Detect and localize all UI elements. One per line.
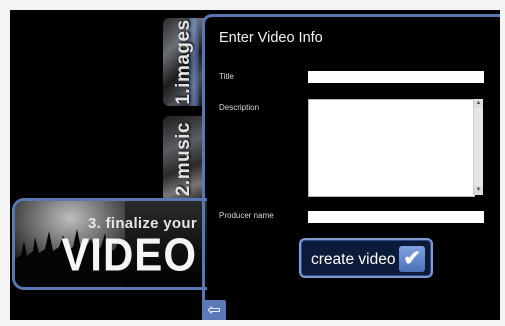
scroll-down-icon[interactable]: ▼	[474, 186, 483, 195]
producer-label: Producer name	[219, 211, 274, 220]
step-music-tab[interactable]: 2.music	[163, 116, 205, 202]
title-label: Title	[219, 72, 234, 81]
description-scrollbar[interactable]: ▲ ▼	[473, 99, 483, 195]
producer-input[interactable]	[308, 211, 484, 223]
step-video-tab[interactable]: 3. finalize your VIDEO	[12, 198, 207, 290]
panel-title: Enter Video Info	[219, 30, 323, 46]
create-video-button[interactable]: create video ✔	[299, 238, 433, 278]
title-input[interactable]	[308, 71, 484, 83]
checkmark-icon: ✔	[399, 246, 425, 272]
step-images-tab[interactable]: 1.images	[163, 18, 205, 106]
scroll-up-icon[interactable]: ▲	[474, 99, 483, 108]
description-label: Description	[219, 103, 260, 112]
step-images-label: 1.images	[173, 19, 194, 105]
step-music-label: 2.music	[173, 121, 194, 197]
create-video-label: create video	[311, 251, 396, 268]
video-info-panel: Enter Video Info Title Description ▲ ▼ P…	[202, 14, 500, 307]
video-wizard: 1.images 2.music 3. finalize your VIDEO …	[10, 10, 500, 320]
step-video-title: VIDEO	[61, 228, 197, 281]
description-textarea[interactable]	[308, 99, 475, 197]
